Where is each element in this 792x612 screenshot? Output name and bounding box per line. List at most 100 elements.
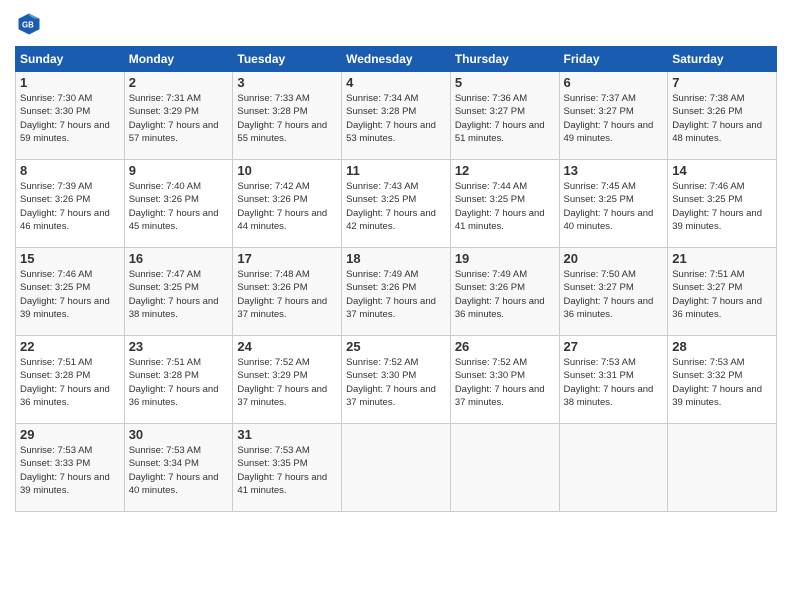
day-info: Sunrise: 7:37 AMSunset: 3:27 PMDaylight:…: [564, 92, 664, 145]
calendar-cell: 30 Sunrise: 7:53 AMSunset: 3:34 PMDayligh…: [124, 424, 233, 512]
calendar-cell: [450, 424, 559, 512]
calendar-cell: 31 Sunrise: 7:53 AMSunset: 3:35 PMDayligh…: [233, 424, 342, 512]
day-number: 4: [346, 75, 446, 90]
day-info: Sunrise: 7:38 AMSunset: 3:26 PMDaylight:…: [672, 92, 772, 145]
day-info: Sunrise: 7:52 AMSunset: 3:29 PMDaylight:…: [237, 356, 337, 409]
weekday-friday: Friday: [559, 47, 668, 72]
calendar-cell: 10 Sunrise: 7:42 AMSunset: 3:26 PMDayligh…: [233, 160, 342, 248]
day-info: Sunrise: 7:53 AMSunset: 3:34 PMDaylight:…: [129, 444, 229, 497]
calendar-cell: 12 Sunrise: 7:44 AMSunset: 3:25 PMDayligh…: [450, 160, 559, 248]
calendar-cell: 2 Sunrise: 7:31 AMSunset: 3:29 PMDaylight…: [124, 72, 233, 160]
day-info: Sunrise: 7:33 AMSunset: 3:28 PMDaylight:…: [237, 92, 337, 145]
day-info: Sunrise: 7:47 AMSunset: 3:25 PMDaylight:…: [129, 268, 229, 321]
day-info: Sunrise: 7:48 AMSunset: 3:26 PMDaylight:…: [237, 268, 337, 321]
calendar-cell: 24 Sunrise: 7:52 AMSunset: 3:29 PMDayligh…: [233, 336, 342, 424]
calendar-cell: [559, 424, 668, 512]
day-number: 13: [564, 163, 664, 178]
day-info: Sunrise: 7:51 AMSunset: 3:28 PMDaylight:…: [129, 356, 229, 409]
calendar-cell: 1 Sunrise: 7:30 AMSunset: 3:30 PMDaylight…: [16, 72, 125, 160]
day-number: 15: [20, 251, 120, 266]
weekday-monday: Monday: [124, 47, 233, 72]
calendar-cell: 17 Sunrise: 7:48 AMSunset: 3:26 PMDayligh…: [233, 248, 342, 336]
day-info: Sunrise: 7:49 AMSunset: 3:26 PMDaylight:…: [455, 268, 555, 321]
calendar-cell: 3 Sunrise: 7:33 AMSunset: 3:28 PMDaylight…: [233, 72, 342, 160]
day-info: Sunrise: 7:52 AMSunset: 3:30 PMDaylight:…: [455, 356, 555, 409]
day-info: Sunrise: 7:53 AMSunset: 3:33 PMDaylight:…: [20, 444, 120, 497]
day-info: Sunrise: 7:51 AMSunset: 3:28 PMDaylight:…: [20, 356, 120, 409]
logo-icon: GB: [15, 10, 43, 38]
day-number: 16: [129, 251, 229, 266]
day-info: Sunrise: 7:53 AMSunset: 3:31 PMDaylight:…: [564, 356, 664, 409]
calendar-cell: 4Sunrise: 7:34 AMSunset: 3:28 PMDaylight…: [342, 72, 451, 160]
day-info: Sunrise: 7:45 AMSunset: 3:25 PMDaylight:…: [564, 180, 664, 233]
day-number: 23: [129, 339, 229, 354]
day-number: 6: [564, 75, 664, 90]
calendar-cell: 19Sunrise: 7:49 AMSunset: 3:26 PMDayligh…: [450, 248, 559, 336]
week-row-5: 29 Sunrise: 7:53 AMSunset: 3:33 PMDayligh…: [16, 424, 777, 512]
day-number: 24: [237, 339, 337, 354]
calendar-cell: 11Sunrise: 7:43 AMSunset: 3:25 PMDayligh…: [342, 160, 451, 248]
weekday-saturday: Saturday: [668, 47, 777, 72]
calendar-cell: 16 Sunrise: 7:47 AMSunset: 3:25 PMDayligh…: [124, 248, 233, 336]
day-info: Sunrise: 7:42 AMSunset: 3:26 PMDaylight:…: [237, 180, 337, 233]
calendar-cell: 13 Sunrise: 7:45 AMSunset: 3:25 PMDayligh…: [559, 160, 668, 248]
calendar-cell: [342, 424, 451, 512]
day-info: Sunrise: 7:53 AMSunset: 3:32 PMDaylight:…: [672, 356, 772, 409]
week-row-2: 8Sunrise: 7:39 AMSunset: 3:26 PMDaylight…: [16, 160, 777, 248]
calendar-cell: 15 Sunrise: 7:46 AMSunset: 3:25 PMDayligh…: [16, 248, 125, 336]
day-info: Sunrise: 7:44 AMSunset: 3:25 PMDaylight:…: [455, 180, 555, 233]
calendar-cell: 27 Sunrise: 7:53 AMSunset: 3:31 PMDayligh…: [559, 336, 668, 424]
day-info: Sunrise: 7:51 AMSunset: 3:27 PMDaylight:…: [672, 268, 772, 321]
calendar-cell: 29 Sunrise: 7:53 AMSunset: 3:33 PMDayligh…: [16, 424, 125, 512]
calendar-page: GB SundayMondayTuesdayWednesdayThursdayF…: [0, 0, 792, 612]
day-info: Sunrise: 7:50 AMSunset: 3:27 PMDaylight:…: [564, 268, 664, 321]
day-number: 30: [129, 427, 229, 442]
day-number: 12: [455, 163, 555, 178]
day-number: 10: [237, 163, 337, 178]
week-row-3: 15 Sunrise: 7:46 AMSunset: 3:25 PMDayligh…: [16, 248, 777, 336]
day-info: Sunrise: 7:36 AMSunset: 3:27 PMDaylight:…: [455, 92, 555, 145]
day-info: Sunrise: 7:40 AMSunset: 3:26 PMDaylight:…: [129, 180, 229, 233]
day-number: 27: [564, 339, 664, 354]
day-number: 31: [237, 427, 337, 442]
day-info: Sunrise: 7:30 AMSunset: 3:30 PMDaylight:…: [20, 92, 120, 145]
svg-text:GB: GB: [22, 21, 34, 30]
day-number: 20: [564, 251, 664, 266]
logo: GB: [15, 10, 47, 38]
calendar-cell: 8Sunrise: 7:39 AMSunset: 3:26 PMDaylight…: [16, 160, 125, 248]
week-row-4: 22Sunrise: 7:51 AMSunset: 3:28 PMDayligh…: [16, 336, 777, 424]
weekday-tuesday: Tuesday: [233, 47, 342, 72]
day-number: 17: [237, 251, 337, 266]
day-number: 8: [20, 163, 120, 178]
week-row-1: 1 Sunrise: 7:30 AMSunset: 3:30 PMDaylight…: [16, 72, 777, 160]
day-info: Sunrise: 7:49 AMSunset: 3:26 PMDaylight:…: [346, 268, 446, 321]
day-info: Sunrise: 7:31 AMSunset: 3:29 PMDaylight:…: [129, 92, 229, 145]
day-number: 3: [237, 75, 337, 90]
day-number: 29: [20, 427, 120, 442]
calendar-cell: 14Sunrise: 7:46 AMSunset: 3:25 PMDayligh…: [668, 160, 777, 248]
calendar-cell: 9Sunrise: 7:40 AMSunset: 3:26 PMDaylight…: [124, 160, 233, 248]
weekday-wednesday: Wednesday: [342, 47, 451, 72]
weekday-thursday: Thursday: [450, 47, 559, 72]
calendar-cell: 20 Sunrise: 7:50 AMSunset: 3:27 PMDayligh…: [559, 248, 668, 336]
day-number: 2: [129, 75, 229, 90]
calendar-cell: 28 Sunrise: 7:53 AMSunset: 3:32 PMDayligh…: [668, 336, 777, 424]
day-info: Sunrise: 7:46 AMSunset: 3:25 PMDaylight:…: [20, 268, 120, 321]
calendar-cell: [668, 424, 777, 512]
calendar-cell: 6 Sunrise: 7:37 AMSunset: 3:27 PMDaylight…: [559, 72, 668, 160]
calendar-cell: 26Sunrise: 7:52 AMSunset: 3:30 PMDayligh…: [450, 336, 559, 424]
day-number: 28: [672, 339, 772, 354]
weekday-sunday: Sunday: [16, 47, 125, 72]
calendar-cell: 22Sunrise: 7:51 AMSunset: 3:28 PMDayligh…: [16, 336, 125, 424]
day-number: 5: [455, 75, 555, 90]
day-info: Sunrise: 7:53 AMSunset: 3:35 PMDaylight:…: [237, 444, 337, 497]
calendar-cell: 25 Sunrise: 7:52 AMSunset: 3:30 PMDayligh…: [342, 336, 451, 424]
day-number: 25: [346, 339, 446, 354]
day-info: Sunrise: 7:52 AMSunset: 3:30 PMDaylight:…: [346, 356, 446, 409]
weekday-header-row: SundayMondayTuesdayWednesdayThursdayFrid…: [16, 47, 777, 72]
calendar-cell: 21 Sunrise: 7:51 AMSunset: 3:27 PMDayligh…: [668, 248, 777, 336]
day-number: 21: [672, 251, 772, 266]
calendar-cell: 23 Sunrise: 7:51 AMSunset: 3:28 PMDayligh…: [124, 336, 233, 424]
day-number: 1: [20, 75, 120, 90]
day-number: 11: [346, 163, 446, 178]
